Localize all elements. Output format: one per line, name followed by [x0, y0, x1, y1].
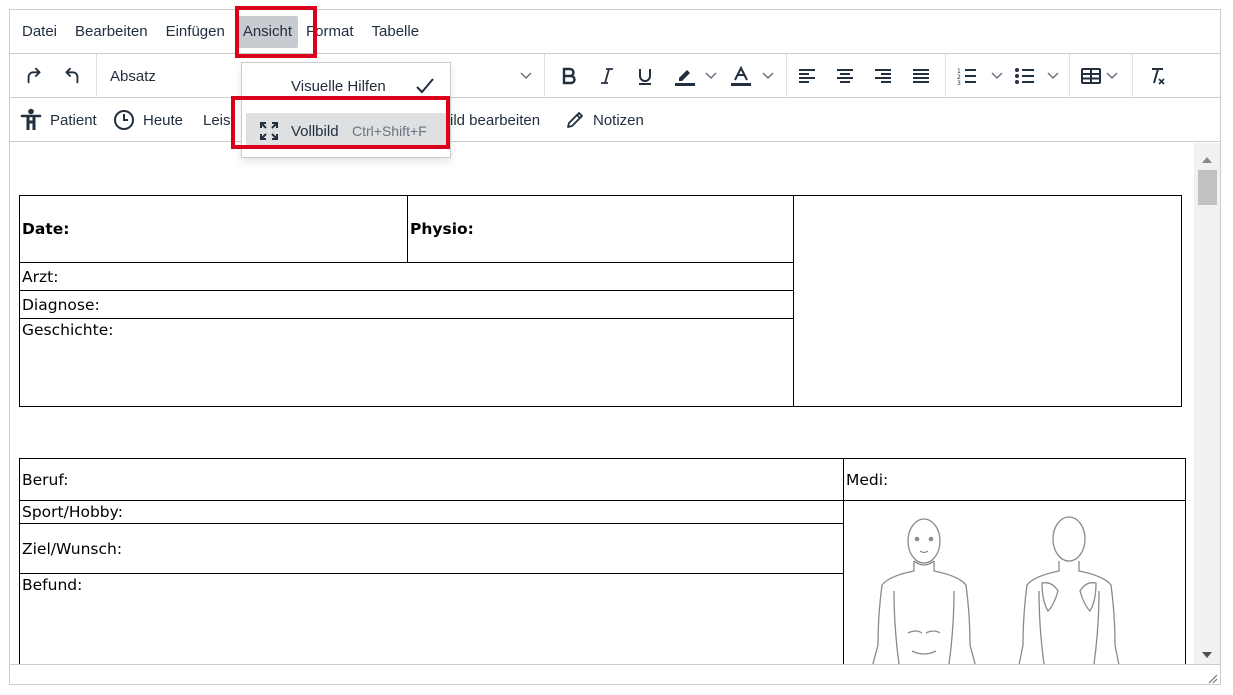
- annotation-highlight-vollbild: [231, 96, 450, 149]
- toolbar-separator: [544, 54, 545, 98]
- underline-icon[interactable]: [633, 64, 657, 88]
- clock-icon: [114, 110, 134, 130]
- chevron-down-icon[interactable]: [760, 68, 776, 84]
- menu-tabelle[interactable]: Tabelle: [366, 16, 426, 48]
- statusbar: [10, 664, 1220, 684]
- text-color-icon[interactable]: [726, 64, 756, 88]
- editor-content[interactable]: Date: Physio: Arzt: Diagnose: Geschichte…: [10, 143, 1196, 664]
- patient-label: Patient: [50, 111, 97, 129]
- toolbar-separator: [96, 54, 97, 98]
- ziel-wunsch-cell[interactable]: Ziel/Wunsch:: [19, 523, 844, 574]
- italic-icon[interactable]: [595, 64, 619, 88]
- vertical-scrollbar[interactable]: [1194, 143, 1220, 664]
- arzt-cell[interactable]: Arzt:: [19, 262, 794, 291]
- leistung-label: Leist: [203, 111, 235, 129]
- anamnese-table: Beruf: Medi: Sport/Hobby: Ziel/Wunsch: B…: [19, 458, 1186, 664]
- notizen-label: Notizen: [593, 111, 644, 129]
- undo-icon[interactable]: [58, 64, 84, 88]
- resize-handle-icon[interactable]: [1206, 671, 1218, 684]
- notizen-button[interactable]: Notizen: [565, 104, 644, 136]
- align-left-icon[interactable]: [794, 64, 820, 88]
- align-justify-icon[interactable]: [908, 64, 934, 88]
- toolbar-separator: [1069, 54, 1070, 98]
- patient-button[interactable]: Patient: [20, 104, 97, 136]
- befund-cell[interactable]: Befund:: [19, 573, 844, 664]
- table-icon[interactable]: [1078, 64, 1104, 88]
- annotation-highlight-ansicht: [235, 6, 317, 58]
- beruf-cell[interactable]: Beruf:: [19, 458, 844, 501]
- menu-einfuegen[interactable]: Einfügen: [160, 16, 231, 48]
- highlight-color-icon[interactable]: [670, 64, 700, 88]
- sport-hobby-cell[interactable]: Sport/Hobby:: [19, 500, 844, 524]
- font-select-chevron-icon[interactable]: [518, 68, 534, 84]
- chevron-down-icon[interactable]: [989, 68, 1005, 84]
- scroll-down-icon[interactable]: [1201, 646, 1213, 664]
- toolbar-separator: [945, 54, 946, 98]
- scroll-thumb[interactable]: [1198, 170, 1217, 205]
- leistung-button[interactable]: Leist: [203, 104, 235, 136]
- align-right-icon[interactable]: [870, 64, 896, 88]
- bullet-list-icon[interactable]: [1012, 64, 1038, 88]
- block-format-select[interactable]: Absatz: [98, 54, 248, 98]
- date-cell[interactable]: Date:: [19, 195, 408, 263]
- scroll-up-icon[interactable]: [1201, 151, 1213, 169]
- chevron-down-icon[interactable]: [1045, 68, 1061, 84]
- diagnose-cell[interactable]: Diagnose:: [19, 290, 794, 319]
- clear-formatting-icon[interactable]: [1144, 64, 1170, 88]
- align-center-icon[interactable]: [832, 64, 858, 88]
- geschichte-cell[interactable]: Geschichte:: [19, 318, 794, 407]
- menu-bearbeiten[interactable]: Bearbeiten: [69, 16, 154, 48]
- block-format-label: Absatz: [110, 67, 156, 85]
- toolbar-main: Absatz 1 2 3: [10, 54, 1220, 98]
- editor-container: Datei Bearbeiten Einfügen Ansicht Format…: [9, 9, 1221, 685]
- bild-bearbeiten-button[interactable]: Bild bearbeiten: [440, 104, 540, 136]
- numbered-list-icon[interactable]: 123: [954, 64, 980, 88]
- body-chart-image: [872, 516, 1120, 664]
- logo-cell[interactable]: [793, 195, 1182, 407]
- physio-cell[interactable]: Physio:: [407, 195, 794, 263]
- toolbar-separator: [1132, 54, 1133, 98]
- menubar: Datei Bearbeiten Einfügen Ansicht Format…: [10, 10, 1220, 54]
- heute-button[interactable]: Heute: [113, 104, 183, 136]
- chevron-down-icon[interactable]: [703, 68, 719, 84]
- menu-datei[interactable]: Datei: [16, 16, 63, 48]
- bold-icon[interactable]: [557, 64, 581, 88]
- visual-aids-label: Visuelle Hilfen: [291, 77, 386, 95]
- header-table: Date: Physio: Arzt: Diagnose: Geschichte…: [19, 195, 1182, 407]
- chevron-down-icon[interactable]: [1104, 68, 1120, 84]
- toolbar-custom: Patient Heute Leist Bild bearbeiten Noti…: [10, 98, 1220, 142]
- heute-label: Heute: [143, 111, 184, 129]
- svg-text:3: 3: [957, 80, 961, 86]
- redo-icon[interactable]: [22, 64, 48, 88]
- medi-cell[interactable]: Medi:: [843, 458, 1186, 501]
- bild-bearbeiten-label: Bild bearbeiten: [440, 111, 541, 129]
- pencil-icon: [567, 112, 583, 128]
- person-icon: [20, 108, 42, 130]
- toolbar-separator: [786, 54, 787, 98]
- body-chart-cell[interactable]: [843, 500, 1186, 664]
